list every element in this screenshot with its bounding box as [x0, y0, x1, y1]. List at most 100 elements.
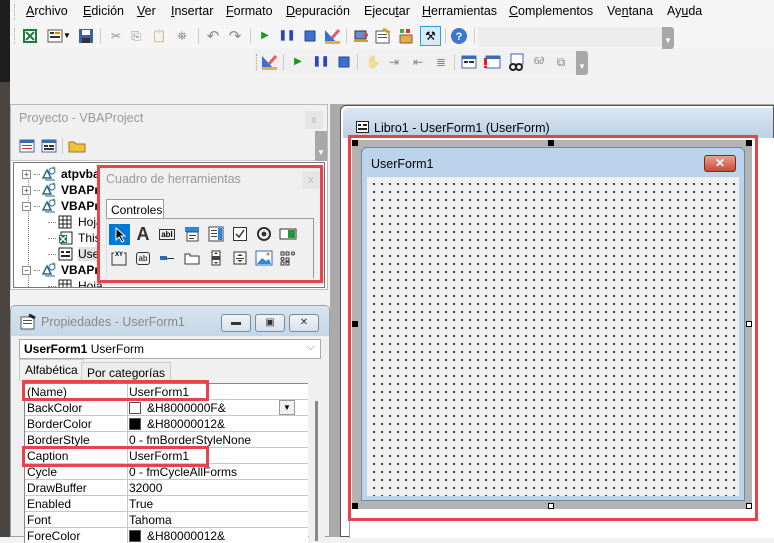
properties-scrollbar[interactable] [309, 383, 325, 543]
stop-icon[interactable] [301, 27, 319, 45]
tab-controles[interactable]: Controles [106, 199, 164, 219]
property-value[interactable]: True [129, 497, 153, 511]
toolbar-overflow-button[interactable]: ▼ [315, 131, 327, 161]
run-icon[interactable]: ▶ [256, 27, 274, 45]
pause-icon[interactable]: ❚❚ [312, 53, 330, 71]
userform-grid-canvas[interactable] [367, 177, 739, 496]
expand-icon[interactable]: + [22, 185, 31, 195]
property-value[interactable]: 32000 [129, 481, 162, 495]
paste-icon[interactable]: 📋 [150, 27, 168, 45]
designer-titlebar[interactable]: Libro1 - UserForm1 (UserForm) [343, 108, 773, 138]
property-row[interactable]: Cycle 0 - fmCycleAllForms [25, 464, 308, 480]
resize-handle-w[interactable] [352, 321, 358, 327]
menu-grip[interactable] [14, 4, 17, 20]
toolbox-frame-icon[interactable]: XY [109, 248, 129, 268]
property-row[interactable]: Font Tahoma [25, 512, 308, 528]
userform[interactable]: UserForm1 ✕ [361, 147, 745, 501]
toolbox-image-icon[interactable] [254, 248, 274, 268]
restore-button[interactable]: ▣ [255, 314, 285, 332]
collapse-icon[interactable]: − [22, 265, 31, 275]
toolbar-grip[interactable] [256, 54, 259, 70]
view-object-icon[interactable] [40, 137, 58, 155]
property-row[interactable]: DrawBuffer 32000 [25, 480, 308, 496]
properties-titlebar[interactable]: Propiedades - UserForm1 ▬ ▣ ✕ [11, 306, 329, 336]
toolbox-combobox-icon[interactable] [182, 224, 202, 244]
userform-close-button[interactable]: ✕ [704, 155, 736, 172]
property-value[interactable]: UserForm1 [129, 385, 189, 399]
tree-item[interactable]: Hoja [48, 214, 103, 230]
excel-icon[interactable] [21, 27, 39, 45]
toolbox-tabstrip-icon[interactable] [157, 248, 177, 268]
toolbox-spin-button-icon[interactable] [230, 248, 250, 268]
resize-handle-nw[interactable] [352, 140, 358, 146]
tree-item[interactable]: + VBAPro [22, 182, 106, 198]
property-row[interactable]: Caption UserForm1 [25, 448, 308, 464]
toolbox-multipage-icon[interactable] [182, 248, 202, 268]
redo-icon[interactable]: ↷ [226, 27, 244, 45]
toolbox-toggle-button-icon[interactable] [278, 224, 298, 244]
menu-archivo[interactable]: Archivo [26, 4, 68, 18]
pause-icon[interactable]: ❚❚ [278, 27, 296, 45]
toolbox-option-button-icon[interactable] [254, 224, 274, 244]
design-mode-icon[interactable] [323, 27, 341, 45]
toolbox-label-icon[interactable]: A [133, 224, 153, 244]
menu-ver[interactable]: Ver [137, 4, 156, 18]
object-selector[interactable]: UserForm1 UserForm ⌵ [19, 339, 321, 359]
toolbox-textbox-icon[interactable]: abl [157, 224, 177, 244]
resize-handle-ne[interactable] [746, 140, 752, 146]
collapse-icon[interactable]: − [22, 201, 31, 211]
property-row[interactable]: BorderStyle 0 - fmBorderStyleNone [25, 432, 308, 448]
comment-icon[interactable]: ≣ [432, 53, 450, 71]
resize-handle-e[interactable] [746, 321, 752, 327]
toolbar-overflow-button[interactable]: ▼ [576, 51, 588, 75]
call-stack-icon[interactable]: ⧉ [552, 53, 570, 71]
property-row[interactable]: BorderColor &H80000012& [25, 416, 308, 432]
stop-icon[interactable] [335, 53, 353, 71]
cut-icon[interactable]: ✂ [107, 27, 125, 45]
find-icon[interactable]: ⛯ [173, 27, 191, 45]
outdent-icon[interactable]: ⇤ [409, 53, 427, 71]
menu-depuracion[interactable]: Depuración [286, 4, 350, 18]
userform-error-icon[interactable] [483, 53, 501, 71]
tree-item[interactable]: Hoja [48, 278, 103, 287]
menu-ejecutar[interactable]: Ejecutar [364, 4, 410, 18]
watch-icon[interactable] [507, 53, 525, 71]
property-row[interactable]: BackColor &H8000000F& ▼ [25, 400, 308, 416]
view-code-icon[interactable] [18, 137, 36, 155]
resize-handle-s[interactable] [548, 503, 554, 509]
design-mode-icon[interactable] [260, 53, 278, 71]
property-row[interactable]: (Name) UserForm1 [25, 384, 308, 400]
toolbar-grip[interactable] [14, 28, 17, 44]
project-close-button[interactable]: x [305, 111, 323, 129]
copy-icon[interactable]: ⎘ [127, 27, 145, 45]
menu-complementos[interactable]: Complementos [509, 4, 593, 18]
dropdown-arrow-icon[interactable]: ▼ [62, 27, 72, 45]
quick-info-icon[interactable]: 6∂ [530, 53, 548, 71]
property-row[interactable]: ForeColor &H80000012& [25, 528, 308, 543]
dropdown-arrow-icon[interactable]: ▼ [279, 400, 295, 415]
toolbox-icon[interactable]: ⚒ [420, 26, 441, 46]
userform-icon[interactable] [460, 53, 478, 71]
toolbox-listbox-icon[interactable] [206, 224, 226, 244]
resize-handle-sw[interactable] [352, 503, 358, 509]
toggle-folders-icon[interactable] [68, 137, 86, 155]
help-icon[interactable]: ? [450, 27, 468, 45]
expand-icon[interactable]: + [22, 169, 31, 179]
close-button[interactable]: ✕ [289, 314, 319, 332]
menu-herramientas[interactable]: Herramientas [422, 4, 497, 18]
minimize-button[interactable]: ▬ [221, 314, 251, 332]
toolbox-checkbox-icon[interactable] [230, 224, 250, 244]
resize-handle-se[interactable] [746, 503, 752, 509]
property-value[interactable]: &H80000012& [129, 417, 225, 431]
menu-ventana[interactable]: Ventana [607, 4, 653, 18]
indent-icon[interactable]: ⇥ [385, 53, 403, 71]
resize-handle-n[interactable] [548, 140, 554, 146]
tab-alfabetica[interactable]: Alfabética [19, 359, 84, 381]
property-value[interactable]: Tahoma [129, 513, 172, 527]
breakpoint-hand-icon[interactable]: ✋ [364, 53, 382, 71]
toolbox-command-button-icon[interactable]: ab [133, 248, 153, 268]
toolbox-refedit-icon[interactable] [278, 248, 298, 268]
toolbox-close-button[interactable]: x [302, 171, 320, 189]
menu-ayuda[interactable]: Ayuda [667, 4, 702, 18]
tree-item[interactable]: + atpvbac [22, 166, 106, 182]
